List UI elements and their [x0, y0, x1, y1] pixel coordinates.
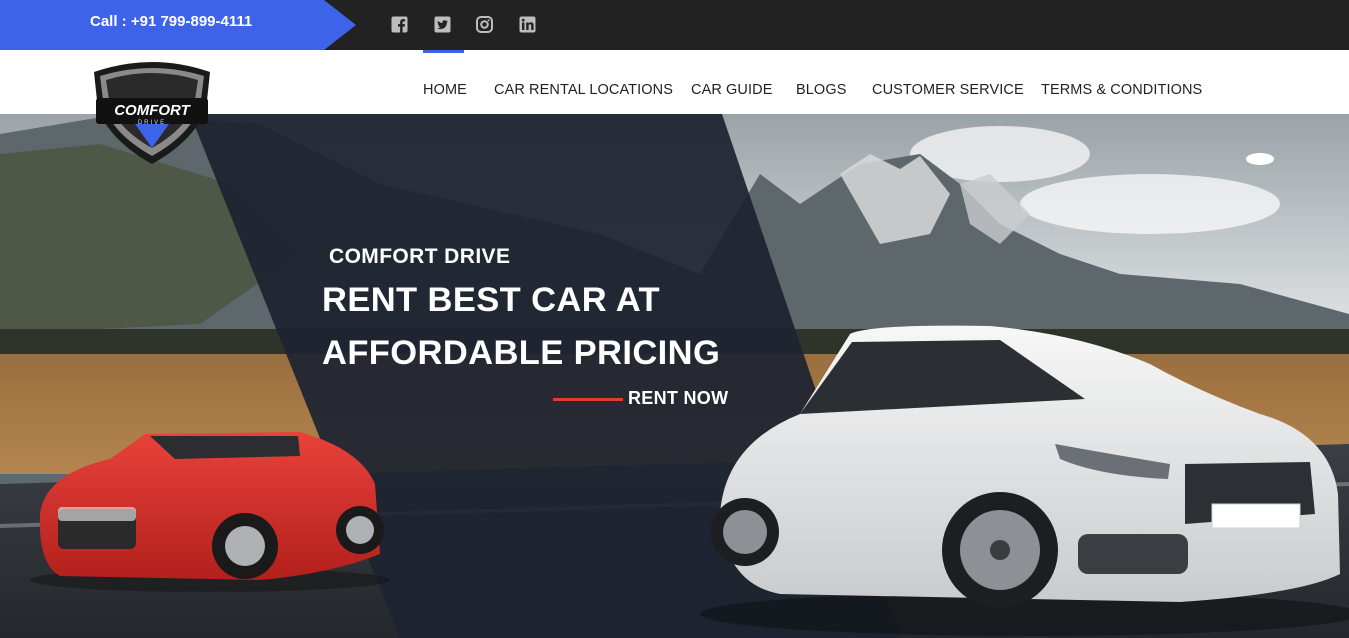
rent-now-button[interactable]: RENT NOW — [628, 388, 728, 409]
nav-active-indicator — [423, 50, 464, 53]
nav-car-rental-locations[interactable]: CAR RENTAL LOCATIONS — [494, 82, 673, 98]
nav-car-guide[interactable]: CAR GUIDE — [691, 82, 772, 98]
cta-accent-line — [553, 398, 623, 401]
facebook-icon[interactable] — [391, 16, 408, 33]
top-bar: Call : +91 799-899-4111 — [0, 0, 1349, 50]
call-phone-text[interactable]: Call : +91 799-899-4111 — [90, 13, 252, 30]
call-banner[interactable]: Call : +91 799-899-4111 — [0, 0, 356, 50]
nav-blogs[interactable]: BLOGS — [796, 82, 846, 98]
nav-home[interactable]: HOME — [423, 82, 467, 98]
nav-customer-service[interactable]: CUSTOMER SERVICE — [872, 82, 1024, 98]
hero-title-line1: RENT BEST CAR AT — [322, 281, 660, 319]
linkedin-icon[interactable] — [519, 16, 536, 33]
hero-subtitle: COMFORT DRIVE — [329, 245, 511, 268]
instagram-icon[interactable] — [476, 16, 493, 33]
nav-terms-conditions[interactable]: TERMS & CONDITIONS — [1041, 82, 1202, 98]
twitter-icon[interactable] — [434, 16, 451, 33]
logo-text: COMFORT — [114, 102, 191, 119]
hero-title-line2: AFFORDABLE PRICING — [322, 334, 721, 372]
logo-subtext: DRIVE — [138, 120, 166, 126]
hero-title: RENT BEST CAR AT AFFORDABLE PRICING — [322, 274, 720, 380]
hero-banner: COMFORT DRIVE RENT BEST CAR AT AFFORDABL… — [0, 114, 1349, 638]
brand-logo[interactable]: COMFORT DRIVE — [88, 58, 216, 166]
